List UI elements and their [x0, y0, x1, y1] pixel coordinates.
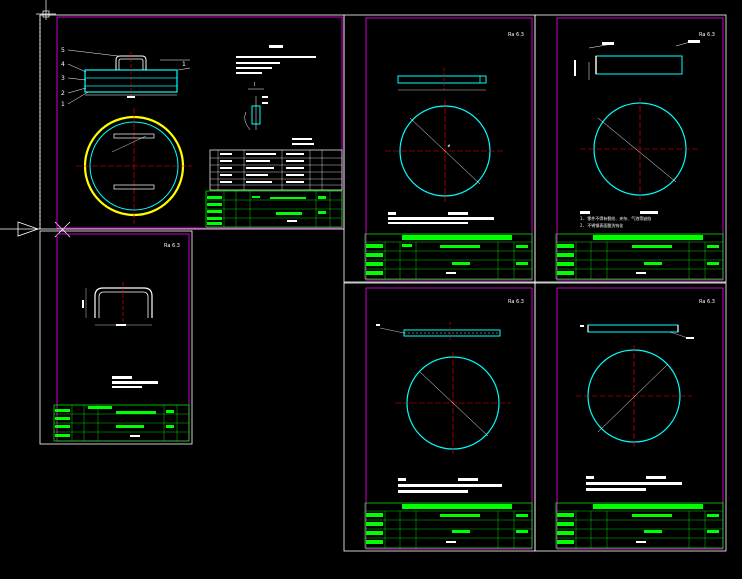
disk-1-side-view: [397, 68, 487, 91]
title-block-ring-2: [555, 502, 724, 549]
roughness-symbol-2: Ra 6.3: [699, 32, 715, 38]
parts-list-table: [209, 149, 343, 191]
item-number-right: 1: [182, 61, 186, 68]
roughness-symbol-3: Ra 6.3: [164, 243, 180, 249]
sheet-handle[interactable]: Ra 6.3: [39, 230, 193, 445]
item-number-5: 5: [61, 47, 65, 54]
title-block-disk-1: [364, 233, 533, 280]
item-number-2: 2: [61, 90, 65, 97]
ring-1-notes: 1. 零件不得有裂纹、夹杂、气泡等缺陷 2. 不锈钢表面酸洗钝化: [580, 211, 658, 228]
roughness-symbol-5: Ra 6.3: [699, 299, 715, 305]
title-block-ring-1: [555, 233, 724, 280]
roughness-symbol-4: Ra 6.3: [508, 299, 524, 305]
item-number-3: 3: [61, 75, 65, 82]
disk-1-notes: [388, 212, 494, 224]
title-block-disk-2: [364, 502, 533, 549]
assembly-side-view: [84, 52, 191, 98]
sheet-assembly[interactable]: 5 4 3 2 1 1 I: [39, 14, 345, 230]
detail-section-mark: I: [254, 82, 255, 88]
sheet-disk-2[interactable]: Ra 6.3: [343, 282, 536, 552]
item-number-4: 4: [61, 61, 65, 68]
assembly-title-bar: [269, 45, 283, 48]
sheet-ring-2[interactable]: Ra 6.3: [534, 282, 727, 552]
disk-2-plan-view: [395, 352, 511, 454]
ring-2-side-view: [580, 324, 694, 339]
detail-view-i: I: [244, 82, 268, 131]
cad-drawing-canvas[interactable]: 5 4 3 2 1 1 I Ra 6.3 Φ Ra 6.3 1. 零件不得有裂纹…: [0, 0, 742, 579]
ring-2-notes: [586, 476, 682, 491]
handle-notes: [112, 376, 158, 388]
title-block-assembly: [205, 190, 343, 228]
disk-1-plan-view: Φ: [385, 100, 505, 202]
ring-1-side-view: [574, 40, 700, 80]
ucs-arrow-icon: [0, 221, 71, 238]
ucs-crosshair: [36, 0, 56, 20]
ring-1-plan-view: [580, 98, 700, 200]
assembly-notes: [236, 56, 316, 74]
disk-2-side-view: [376, 322, 501, 340]
ring-2-plan-view: [576, 345, 692, 447]
disk-2-notes: [398, 478, 502, 493]
disk-1-diameter-dim: Φ: [446, 143, 452, 149]
sheet-disk-1[interactable]: Ra 6.3 Φ: [343, 14, 536, 283]
ring-1-note-line-1: 1. 零件不得有裂纹、夹杂、气泡等缺陷: [580, 215, 651, 221]
title-block-handle: [53, 404, 190, 442]
roughness-symbol-1: Ra 6.3: [508, 32, 524, 38]
sheet-ring-1[interactable]: Ra 6.3 1. 零件不得有裂纹、夹杂、气泡等缺陷 2. 不锈钢表面酸洗钝化: [534, 14, 727, 283]
ring-1-note-line-2: 2. 不锈钢表面酸洗钝化: [580, 222, 623, 228]
handle-view: [82, 282, 153, 326]
assembly-plan-view: [76, 108, 192, 224]
assembly-small-notes: [292, 138, 314, 145]
item-number-1: 1: [61, 101, 65, 108]
